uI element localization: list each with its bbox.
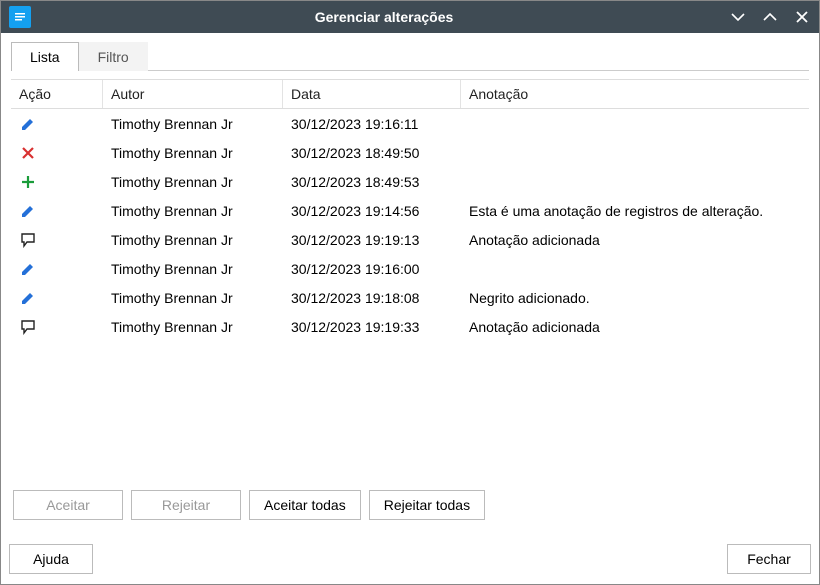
cell-action [11, 202, 103, 220]
reject-button[interactable]: Rejeitar [131, 490, 241, 520]
cell-date: 30/12/2023 19:16:11 [283, 116, 461, 132]
cell-date: 30/12/2023 19:19:33 [283, 319, 461, 335]
cell-author: Timothy Brennan Jr [103, 116, 283, 132]
cell-comment: Esta é uma anotação de registros de alte… [461, 203, 809, 219]
table-row[interactable]: Timothy Brennan Jr30/12/2023 18:49:50 [11, 138, 809, 167]
cell-date: 30/12/2023 19:18:08 [283, 290, 461, 306]
cell-action [11, 173, 103, 191]
cell-date: 30/12/2023 18:49:50 [283, 145, 461, 161]
tab-filter[interactable]: Filtro [79, 42, 148, 71]
cell-author: Timothy Brennan Jr [103, 232, 283, 248]
cell-author: Timothy Brennan Jr [103, 174, 283, 190]
cell-action [11, 115, 103, 133]
accept-all-button[interactable]: Aceitar todas [249, 490, 361, 520]
close-button[interactable]: Fechar [727, 544, 811, 574]
accept-button[interactable]: Aceitar [13, 490, 123, 520]
table-row[interactable]: Timothy Brennan Jr30/12/2023 19:19:13Ano… [11, 225, 809, 254]
cell-comment: Anotação adicionada [461, 232, 809, 248]
table-body: Timothy Brennan Jr30/12/2023 19:16:11Tim… [11, 109, 809, 341]
pencil-icon [19, 289, 37, 307]
table-header: Ação Autor Data Anotação [11, 80, 809, 109]
cell-date: 30/12/2023 19:14:56 [283, 203, 461, 219]
close-window-button[interactable] [793, 8, 811, 26]
pencil-icon [19, 260, 37, 278]
cell-comment: Anotação adicionada [461, 319, 809, 335]
tab-list[interactable]: Lista [11, 42, 79, 71]
table-row[interactable]: Timothy Brennan Jr30/12/2023 19:18:08Neg… [11, 283, 809, 312]
cell-author: Timothy Brennan Jr [103, 290, 283, 306]
table-row[interactable]: Timothy Brennan Jr30/12/2023 19:16:00 [11, 254, 809, 283]
cell-author: Timothy Brennan Jr [103, 261, 283, 277]
header-author[interactable]: Autor [103, 80, 283, 108]
window-controls [729, 8, 811, 26]
reject-all-button[interactable]: Rejeitar todas [369, 490, 485, 520]
cell-date: 30/12/2023 19:19:13 [283, 232, 461, 248]
cell-date: 30/12/2023 18:49:53 [283, 174, 461, 190]
action-buttons: Aceitar Rejeitar Aceitar todas Rejeitar … [11, 484, 809, 526]
header-action[interactable]: Ação [11, 80, 103, 108]
cell-author: Timothy Brennan Jr [103, 203, 283, 219]
cell-action [11, 318, 103, 336]
cell-author: Timothy Brennan Jr [103, 319, 283, 335]
help-button[interactable]: Ajuda [9, 544, 93, 574]
delete-icon [19, 144, 37, 162]
cell-comment: Negrito adicionado. [461, 290, 809, 306]
table-row[interactable]: Timothy Brennan Jr30/12/2023 19:14:56Est… [11, 196, 809, 225]
maximize-button[interactable] [761, 8, 779, 26]
table-row[interactable]: Timothy Brennan Jr30/12/2023 18:49:53 [11, 167, 809, 196]
window-title: Gerenciar alterações [39, 9, 729, 25]
dialog-footer: Ajuda Fechar [1, 536, 819, 584]
table-row[interactable]: Timothy Brennan Jr30/12/2023 19:19:33Ano… [11, 312, 809, 341]
comment-icon [19, 231, 37, 249]
cell-action [11, 144, 103, 162]
app-icon [9, 6, 31, 28]
tab-bar: Lista Filtro [11, 41, 809, 71]
cell-action [11, 260, 103, 278]
titlebar: Gerenciar alterações [1, 1, 819, 33]
cell-date: 30/12/2023 19:16:00 [283, 261, 461, 277]
dialog-content: Lista Filtro Ação Autor Data Anotação Ti… [1, 33, 819, 536]
plus-icon [19, 173, 37, 191]
cell-action [11, 231, 103, 249]
table-row[interactable]: Timothy Brennan Jr30/12/2023 19:16:11 [11, 109, 809, 138]
manage-changes-dialog: Gerenciar alterações Lista Filtro Ação A… [0, 0, 820, 585]
cell-action [11, 289, 103, 307]
changes-table: Ação Autor Data Anotação Timothy Brennan… [11, 79, 809, 484]
pencil-icon [19, 115, 37, 133]
comment-icon [19, 318, 37, 336]
header-date[interactable]: Data [283, 80, 461, 108]
header-comment[interactable]: Anotação [461, 80, 809, 108]
minimize-button[interactable] [729, 8, 747, 26]
cell-author: Timothy Brennan Jr [103, 145, 283, 161]
pencil-icon [19, 202, 37, 220]
